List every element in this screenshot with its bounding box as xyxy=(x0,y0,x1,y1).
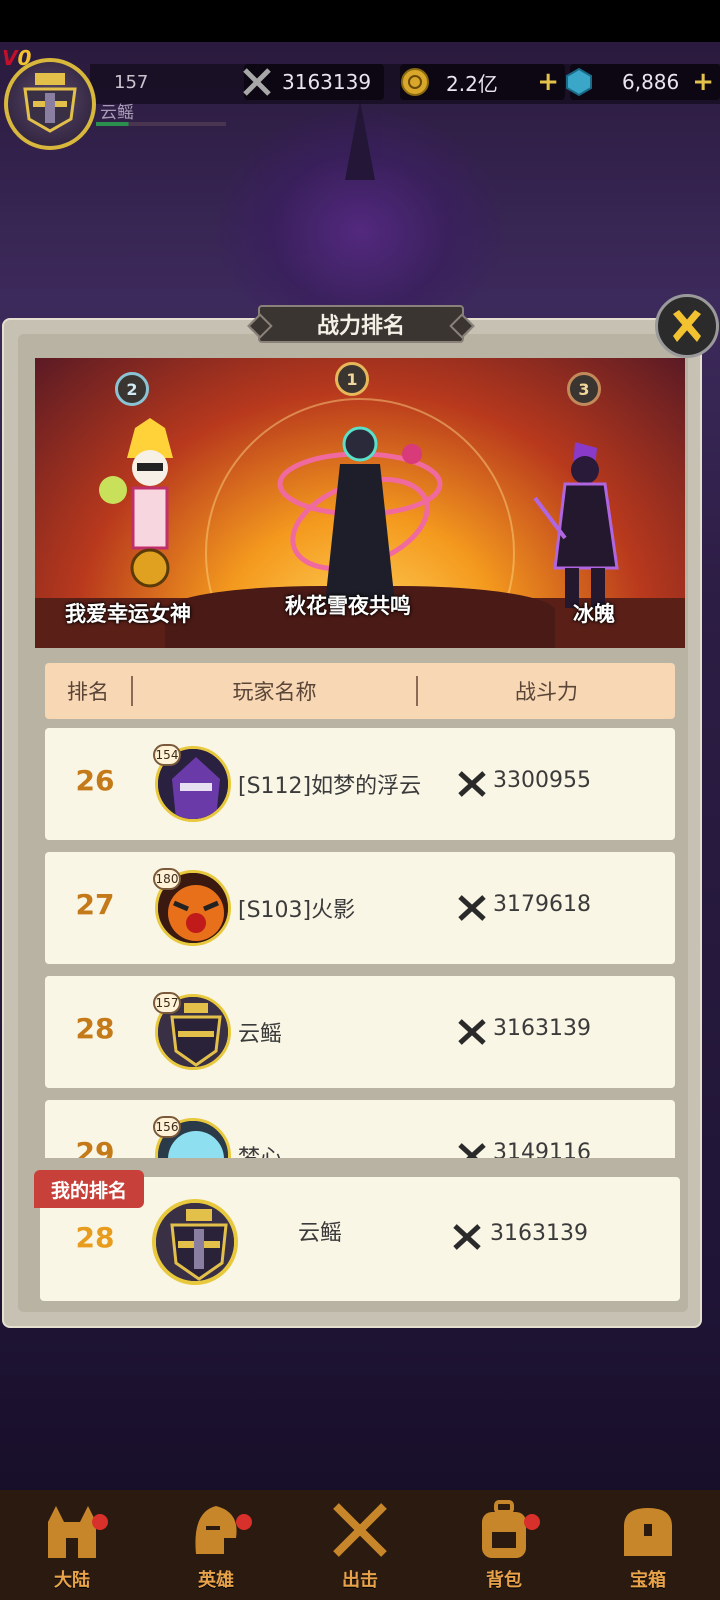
nav-label: 背包 xyxy=(486,1570,522,1591)
crossed-swords-icon xyxy=(458,771,486,797)
ranking-row[interactable]: 29 156 梦心 3149116 xyxy=(45,1100,675,1158)
column-rank: 排名 xyxy=(67,680,109,704)
add-gem-button[interactable]: + xyxy=(692,67,714,97)
ranking-list[interactable]: 26 154 [S112]如梦的浮云 3300955 27 180 [S103]… xyxy=(45,726,675,1158)
rank-2-hero[interactable] xyxy=(95,418,205,598)
background-emblem xyxy=(220,100,500,330)
my-name: 云鳐 xyxy=(298,1221,343,1246)
column-combat-power: 战斗力 xyxy=(416,676,675,706)
gem-counter: 6,886 + xyxy=(566,64,720,100)
nav-battle[interactable]: 出击 xyxy=(288,1490,432,1600)
row-rank: 29 xyxy=(75,1136,115,1158)
crossed-swords-icon xyxy=(458,1019,486,1045)
nav-label: 大陆 xyxy=(54,1570,90,1591)
gem-icon xyxy=(566,67,592,97)
notification-dot xyxy=(524,1514,540,1530)
panel-title: 战力排名 xyxy=(258,305,464,343)
gold-counter: 2.2亿 + xyxy=(400,64,565,100)
add-gold-button[interactable]: + xyxy=(537,67,559,97)
knight-helmet-icon xyxy=(156,1203,234,1281)
rank-1-hero[interactable] xyxy=(270,414,450,614)
combat-power: 3179618 xyxy=(493,892,591,917)
player-avatar[interactable] xyxy=(4,58,96,150)
bottom-navigation: 大陆 英雄 出击 背包 宝箱 xyxy=(0,1490,720,1600)
player-name: 梦心 xyxy=(238,1140,282,1158)
nav-treasure[interactable]: 宝箱 xyxy=(576,1490,720,1600)
gold-value: 2.2亿 xyxy=(446,71,498,96)
rank-2-name: 我爱幸运女神 xyxy=(65,602,191,626)
player-name: 云鳐 xyxy=(100,103,134,123)
nav-label: 英雄 xyxy=(198,1570,234,1591)
rank-2-medal: 2 xyxy=(115,372,149,406)
notification-dot xyxy=(236,1514,252,1530)
treasure-chest-icon xyxy=(624,1508,672,1556)
castle-icon xyxy=(48,1506,96,1558)
player-name: [S112]如梦的浮云 xyxy=(238,774,422,799)
player-level-badge: 180 xyxy=(153,868,181,890)
crossed-swords-icon xyxy=(458,1143,486,1158)
nav-continent[interactable]: 大陆 xyxy=(0,1490,144,1600)
helmet-icon xyxy=(195,1506,237,1554)
gold-coin-icon xyxy=(401,68,429,96)
combat-power-counter: 3163139 xyxy=(243,64,384,100)
ranking-row[interactable]: 28 157 云鳐 3163139 xyxy=(45,976,675,1088)
ranking-row[interactable]: 26 154 [S112]如梦的浮云 3300955 xyxy=(45,728,675,840)
crossed-swords-icon xyxy=(243,68,271,96)
rank-3-name: 冰魄 xyxy=(573,602,615,626)
crossed-swords-icon xyxy=(458,895,486,921)
combat-power: 3300955 xyxy=(493,768,591,793)
my-avatar[interactable] xyxy=(152,1199,238,1285)
ranking-table-header: 排名 玩家名称 战斗力 xyxy=(45,663,675,719)
player-level-badge: 156 xyxy=(153,1116,181,1138)
nav-label: 出击 xyxy=(342,1570,378,1591)
crossed-swords-icon xyxy=(453,1224,481,1250)
row-rank: 27 xyxy=(75,888,115,921)
row-rank: 28 xyxy=(75,1012,115,1045)
combat-power: 3149116 xyxy=(493,1140,591,1158)
close-icon xyxy=(673,310,701,342)
player-level-badge: 157 xyxy=(153,992,181,1014)
player-level-badge: 154 xyxy=(153,744,181,766)
top-hud: V0 157 云鳐 3163139 2.2亿 + 6,886 + xyxy=(0,42,720,150)
top-three-podium: 2 我爱幸运女神 1 秋花雪夜共鸣 3 冰魄 xyxy=(35,358,685,648)
rank-1-medal: 1 xyxy=(335,362,369,396)
notification-dot xyxy=(92,1514,108,1530)
crossed-swords-icon xyxy=(333,1503,387,1557)
my-rank-tag: 我的排名 xyxy=(34,1170,144,1208)
nav-label: 宝箱 xyxy=(630,1570,666,1591)
backpack-icon xyxy=(482,1500,526,1558)
nav-backpack[interactable]: 背包 xyxy=(432,1490,576,1600)
my-combat-power: 3163139 xyxy=(490,1221,588,1246)
player-name: [S103]火影 xyxy=(238,898,356,923)
player-level: 157 xyxy=(114,72,149,93)
column-player-name: 玩家名称 xyxy=(131,676,416,706)
close-button[interactable] xyxy=(655,294,719,358)
player-name: 云鳐 xyxy=(238,1022,283,1047)
nav-heroes[interactable]: 英雄 xyxy=(144,1490,288,1600)
gem-value: 6,886 xyxy=(622,70,680,94)
rank-1-name: 秋花雪夜共鸣 xyxy=(285,594,411,618)
rank-3-hero[interactable] xyxy=(525,438,645,618)
rank-3-medal: 3 xyxy=(567,372,601,406)
experience-bar xyxy=(96,122,226,126)
my-rank-number: 28 xyxy=(75,1221,115,1254)
row-rank: 26 xyxy=(75,764,115,797)
combat-power: 3163139 xyxy=(493,1016,591,1041)
ranking-row[interactable]: 27 180 [S103]火影 3179618 xyxy=(45,852,675,964)
knight-helmet-icon xyxy=(23,73,77,133)
combat-power-value: 3163139 xyxy=(282,70,372,94)
